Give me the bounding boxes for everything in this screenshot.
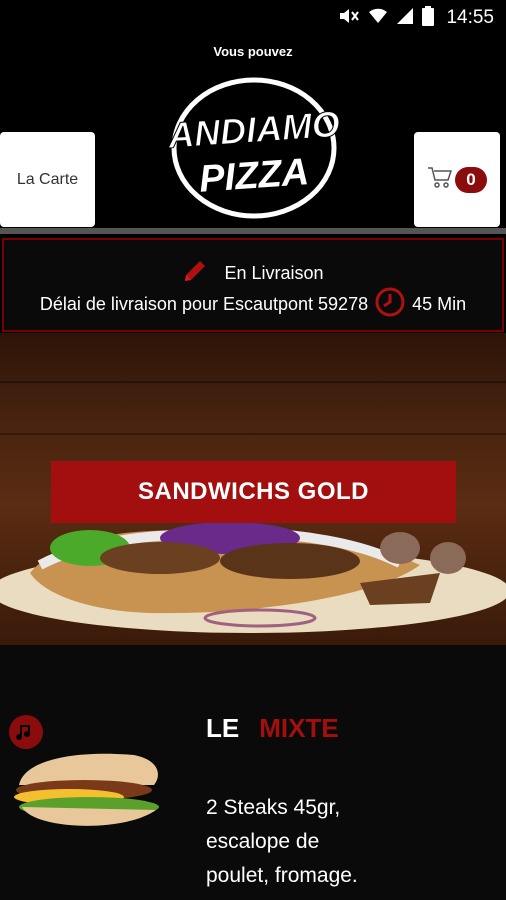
status-bar: 14:55 [0, 0, 506, 36]
product-name: LE MIXTE [206, 713, 339, 744]
mute-icon [338, 7, 360, 30]
andiamo-pizza-logo[interactable]: ANDIAMO PIZZA [165, 70, 342, 220]
cart-icon [427, 165, 453, 194]
delivery-time: 45 Min [412, 294, 467, 314]
category-title[interactable]: SANDWICHS GOLD [51, 461, 456, 523]
music-note-icon[interactable] [9, 715, 43, 749]
signal-icon [396, 7, 414, 30]
status-time: 14:55 [446, 7, 494, 28]
product-description: 2 Steaks 45gr, escalope de poulet, froma… [206, 796, 358, 887]
cart-button[interactable]: 0 [414, 132, 500, 227]
wifi-icon [368, 7, 388, 30]
product-card[interactable]: LE MIXTE 2 Steaks 45gr, escalope de poul… [0, 645, 506, 900]
la-carte-label: La Carte [16, 170, 79, 188]
clock-icon [374, 286, 406, 323]
la-carte-button[interactable]: La Carte [0, 132, 95, 227]
header-divider [0, 228, 506, 234]
battery-icon [422, 5, 435, 31]
product-name-part2: MIXTE [259, 713, 339, 743]
product-image [14, 753, 159, 826]
cart-count-badge: 0 [455, 166, 487, 193]
delivery-info-panel[interactable]: En Livraison Délai de livraison pour Esc… [2, 238, 504, 332]
logo-line-andiamo: ANDIAMO [168, 103, 340, 156]
header-tagline: Vous pouvez [213, 44, 293, 59]
pencil-icon[interactable] [182, 258, 208, 289]
app-header: Vous pouvez ANDIAMO PIZZA La Carte 0 [0, 36, 506, 228]
delivery-delay-text: Délai de livraison pour Escautpont 59278 [39, 294, 369, 314]
delivery-mode: En Livraison [224, 263, 324, 283]
category-hero[interactable]: SANDWICHS GOLD [0, 333, 506, 645]
logo-line-pizza: PIZZA [198, 151, 310, 201]
product-name-part1: LE [206, 713, 240, 743]
